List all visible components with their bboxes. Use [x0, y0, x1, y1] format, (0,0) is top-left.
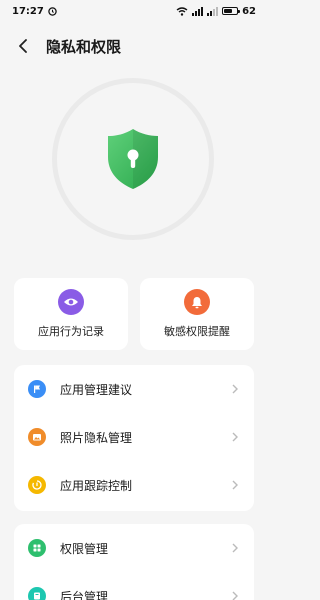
back-arrow-icon	[19, 39, 27, 53]
background-management-row[interactable]: 后台管理	[14, 572, 254, 600]
wifi-icon	[176, 6, 188, 16]
status-time: 17:27	[12, 5, 44, 17]
back-button[interactable]	[12, 34, 36, 58]
signal-2-icon	[207, 6, 219, 16]
app-tracking-control-label: 应用跟踪控制	[60, 478, 133, 493]
hero-ring	[52, 78, 214, 240]
chevron-right-icon	[230, 543, 240, 553]
chevron-right-icon	[230, 480, 240, 490]
permission-settings-group: 权限管理 后台管理	[14, 524, 254, 600]
app-tracking-control-row[interactable]: 应用跟踪控制	[14, 461, 254, 509]
flag-icon	[28, 380, 46, 398]
app-behavior-record-label: 应用行为记录	[38, 325, 104, 338]
chevron-right-icon	[230, 432, 240, 442]
chevron-right-icon	[230, 384, 240, 394]
chevron-right-icon	[230, 591, 240, 600]
privacy-settings-group: 应用管理建议 照片隐私管理 应用跟踪控制	[14, 365, 254, 511]
signal-icon	[192, 6, 204, 16]
app-management-advice-label: 应用管理建议	[60, 382, 133, 397]
app-management-advice-row[interactable]: 应用管理建议	[14, 365, 254, 413]
privacy-hero	[52, 78, 214, 240]
alarm-icon	[48, 6, 57, 16]
battery-icon	[222, 7, 241, 15]
photo-privacy-label: 照片隐私管理	[60, 430, 133, 445]
sensitive-permission-alert-label: 敏感权限提醒	[164, 325, 230, 338]
eye-icon	[58, 289, 84, 315]
background-icon	[28, 587, 46, 600]
app-behavior-record-card[interactable]: 应用行为记录	[14, 278, 128, 350]
quick-cards: 应用行为记录 敏感权限提醒	[14, 278, 254, 350]
sensitive-permission-alert-card[interactable]: 敏感权限提醒	[140, 278, 254, 350]
nav-bar: 隐私和权限	[0, 28, 266, 64]
permission-management-label: 权限管理	[60, 541, 109, 556]
page-title: 隐私和权限	[46, 37, 122, 56]
bell-icon	[184, 289, 210, 315]
grid-icon	[28, 539, 46, 557]
battery-level: 62	[242, 5, 256, 17]
tracking-icon	[28, 476, 46, 494]
photo-privacy-row[interactable]: 照片隐私管理	[14, 413, 254, 461]
background-management-label: 后台管理	[60, 589, 109, 600]
status-bar: 17:27 62	[0, 0, 266, 22]
image-icon	[28, 428, 46, 446]
permission-management-row[interactable]: 权限管理	[14, 524, 254, 572]
